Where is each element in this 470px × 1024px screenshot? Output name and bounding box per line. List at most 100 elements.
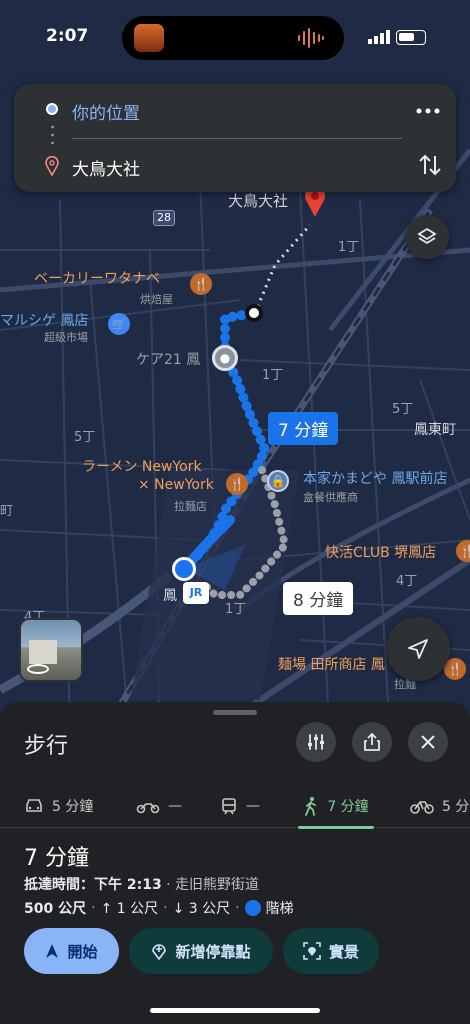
navigation-start-icon xyxy=(46,944,59,958)
arrival-label: 抵達時間： xyxy=(24,877,94,893)
recenter-button[interactable] xyxy=(386,617,450,681)
cellular-signal-icon xyxy=(368,30,390,44)
layers-button[interactable] xyxy=(405,215,449,259)
elevation-down: ↓ 3 公尺 xyxy=(172,901,231,917)
live-view-icon xyxy=(303,942,321,960)
poi-supermarket-sub: 超級市場 xyxy=(44,331,88,344)
tab-walking-label: 7 分鐘 xyxy=(327,799,369,815)
poi-ramen-label[interactable]: ラーメン NewYork xyxy=(82,456,202,476)
home-indicator[interactable] xyxy=(150,1008,320,1013)
poi-menya-label[interactable]: 麺場 田所商店 鳳 xyxy=(278,654,385,674)
tune-icon xyxy=(308,734,324,750)
sheet-title: 步行 xyxy=(24,734,69,759)
status-time: 2:07 xyxy=(46,26,89,46)
stairs-label: 階梯 xyxy=(265,901,294,917)
bike-icon xyxy=(410,801,434,814)
station-label[interactable]: 鳳 xyxy=(163,585,177,605)
tab-motorcycle[interactable]: — xyxy=(136,784,182,828)
shopping-cart-icon[interactable]: 🛒 xyxy=(108,313,130,335)
stairs-icon xyxy=(244,900,261,916)
route-via: · 走旧熊野街道 xyxy=(166,877,260,893)
poi-ramen-sub: 拉麵店 xyxy=(174,500,207,513)
battery-icon xyxy=(396,30,426,45)
tab-cycling[interactable]: 5 分 xyxy=(410,784,469,828)
road-number-badge: 28 xyxy=(153,210,175,226)
navigation-arrow-icon xyxy=(408,639,428,659)
area-edge-label: 町 xyxy=(0,504,14,519)
restaurant-icon[interactable]: 🍴 xyxy=(226,473,248,495)
elevation-up: ↑ 1 公尺 xyxy=(100,901,159,917)
tab-motorcycle-label: — xyxy=(168,798,182,814)
app-thumbnail-icon xyxy=(134,24,164,52)
arrival-time: 下午 2:13 xyxy=(94,877,162,893)
close-icon xyxy=(421,735,435,749)
directions-sheet: 步行 5 分鐘 — — 7 分鐘 5 分 7 分鐘 抵達時間：下午 2:13 ·… xyxy=(0,702,470,1024)
tab-driving-label: 5 分鐘 xyxy=(52,799,94,815)
swap-button[interactable] xyxy=(416,150,444,180)
destination-field[interactable]: 大鳥大社 xyxy=(72,155,140,180)
audio-waveform-icon xyxy=(298,28,324,48)
area-chome-label: 1丁 xyxy=(338,240,360,255)
origin-dot-icon xyxy=(46,103,58,115)
area-chome-label: 5丁 xyxy=(392,402,414,417)
alt-route-callout[interactable]: 8 分鐘 xyxy=(283,582,354,615)
walk-icon xyxy=(305,797,317,816)
start-button[interactable]: 開始 xyxy=(24,928,119,974)
share-icon xyxy=(364,732,380,751)
route-metrics: 500 公尺 · ↑ 1 公尺 · ↓ 3 公尺 · 階梯 xyxy=(24,900,294,917)
area-chome-label: 1丁 xyxy=(225,602,247,617)
motorcycle-icon xyxy=(136,803,160,814)
more-options-button[interactable] xyxy=(412,98,444,122)
poi-ramen-label-2[interactable]: × NewYork xyxy=(138,477,214,493)
train-icon xyxy=(222,798,236,815)
tab-cycling-label: 5 分 xyxy=(442,799,470,815)
street-view-thumbnail[interactable] xyxy=(19,618,83,682)
dynamic-island[interactable] xyxy=(122,16,344,60)
car-icon xyxy=(26,799,42,812)
swap-vertical-icon xyxy=(419,154,441,176)
layers-icon xyxy=(417,227,437,245)
connector-dots-icon xyxy=(51,125,54,145)
tab-driving[interactable]: 5 分鐘 xyxy=(24,784,93,828)
tab-transit[interactable]: — xyxy=(220,784,260,828)
current-location-dot xyxy=(172,557,196,581)
destination-map-label: 大鳥大社 xyxy=(228,192,289,210)
start-button-label: 開始 xyxy=(67,942,98,961)
route-start-marker xyxy=(245,304,263,322)
walk-time-callout[interactable]: 7 分鐘 xyxy=(268,412,339,445)
route-options-button[interactable] xyxy=(296,722,336,762)
area-chome-label: 4丁 xyxy=(396,574,418,589)
poi-supermarket-label[interactable]: マルシゲ 鳳店 xyxy=(0,310,88,330)
care-facility-icon[interactable]: ● xyxy=(212,345,238,371)
poi-care-label[interactable]: ケア21 鳳 xyxy=(136,349,200,369)
poi-bakery-label[interactable]: ベーカリーワタナベ xyxy=(34,268,160,288)
arrival-info: 抵達時間：下午 2:13 · 走旧熊野街道 xyxy=(24,874,259,894)
status-bar: 2:07 xyxy=(0,0,470,78)
share-button[interactable] xyxy=(352,722,392,762)
add-stop-label: 新增停靠點 xyxy=(175,942,251,961)
street-view-icon xyxy=(27,664,49,674)
poi-kaikatsu-label[interactable]: 快活CLUB 堺鳳店 xyxy=(325,542,436,562)
destination-pin-outline-icon xyxy=(45,156,59,176)
poi-bento-sub: 盒餐供應商 xyxy=(303,491,358,504)
route-duration: 7 分鐘 xyxy=(24,846,89,871)
lock-icon[interactable]: 🔒 xyxy=(267,470,289,492)
tab-transit-label: — xyxy=(246,798,260,814)
live-view-button[interactable]: 實景 xyxy=(283,928,379,974)
live-view-label: 實景 xyxy=(328,942,359,961)
area-chome-label: 1丁 xyxy=(262,368,284,383)
more-horizontal-icon xyxy=(416,108,440,114)
poi-bento-label[interactable]: 本家かまどや 鳳駅前店 xyxy=(303,468,447,488)
restaurant-icon[interactable]: 🍴 xyxy=(190,273,212,295)
tab-walking[interactable]: 7 分鐘 xyxy=(298,784,374,829)
add-stop-button[interactable]: 新增停靠點 xyxy=(129,928,273,974)
add-location-icon xyxy=(152,944,167,960)
origin-field[interactable]: 你的位置 xyxy=(72,99,140,124)
area-east-label: 鳳東町 xyxy=(414,422,456,438)
sheet-drag-handle[interactable] xyxy=(213,710,257,715)
field-divider xyxy=(72,138,402,139)
jr-station-icon[interactable]: JR xyxy=(183,582,209,604)
directions-card: 你的位置 大鳥大社 xyxy=(14,84,456,192)
close-button[interactable] xyxy=(408,722,448,762)
area-chome-label: 5丁 xyxy=(74,430,96,445)
